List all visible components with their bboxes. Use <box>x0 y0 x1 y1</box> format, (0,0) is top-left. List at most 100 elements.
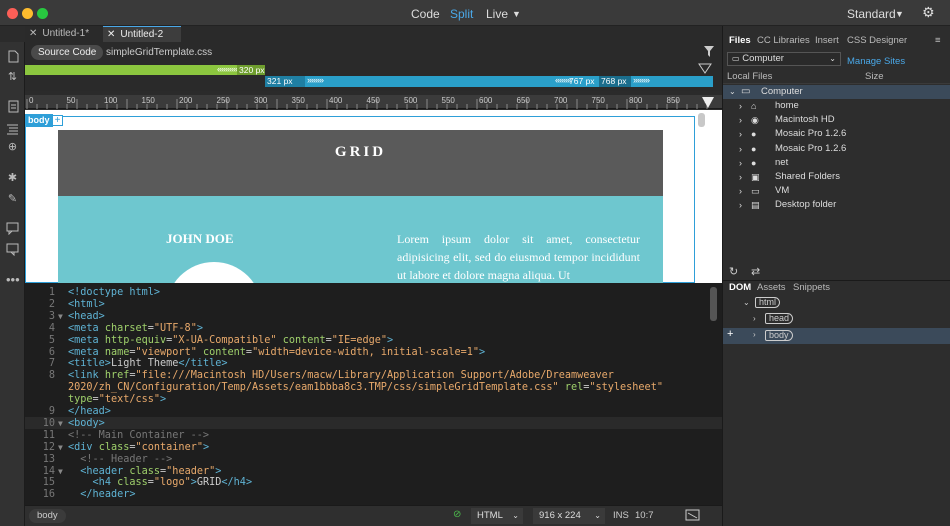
related-file-css[interactable]: simpleGridTemplate.css <box>99 45 219 60</box>
validation-ok-icon[interactable]: ⊘ <box>453 509 461 520</box>
code-line[interactable]: <title>Light Theme</title> <box>68 358 227 369</box>
tree-item[interactable]: › ▣ Shared Folders <box>723 170 950 184</box>
tab-assets[interactable]: Assets <box>757 278 786 298</box>
code-line[interactable]: <!-- Main Container --> <box>68 430 209 441</box>
tree-item[interactable]: › ⌂ home <box>723 99 950 113</box>
document-type-select[interactable]: HTML ⌄ <box>471 508 523 524</box>
add-element-icon[interactable]: + <box>52 115 63 126</box>
filter-icon[interactable] <box>704 46 714 60</box>
ruler-scrubber-icon[interactable] <box>701 96 715 109</box>
format-source-icon[interactable] <box>6 122 19 135</box>
code-line[interactable]: <link href="file:///Macintosh HD/Users/m… <box>68 370 614 381</box>
tag-selector[interactable]: body <box>29 509 66 523</box>
add-media-query-icon[interactable] <box>697 63 713 75</box>
media-query-bar-321-767[interactable]: 321 px ›››››››› ‹‹‹‹‹‹‹‹ 767 px 768 px ›… <box>265 75 713 87</box>
code-line[interactable]: <!doctype html> <box>68 287 160 298</box>
live-view-dropdown-icon[interactable]: ▼ <box>512 9 521 19</box>
close-window-button[interactable] <box>7 8 18 19</box>
code-line[interactable]: <header class="header"> <box>68 466 221 477</box>
comment-icon[interactable] <box>6 222 19 236</box>
source-code-button[interactable]: Source Code <box>31 45 104 60</box>
code-view-button[interactable]: Code <box>411 7 440 21</box>
minimize-window-button[interactable] <box>22 8 33 19</box>
settings-gear-icon[interactable]: ⚙ <box>922 4 935 21</box>
more-tools-icon[interactable]: ••• <box>6 273 20 286</box>
wrap-tag-icon[interactable]: ✱ <box>6 172 19 185</box>
workspace-dropdown-icon[interactable]: ▼ <box>895 9 904 19</box>
tab-untitled-1[interactable]: ✕ Untitled-1* <box>25 26 103 42</box>
code-line[interactable]: <!-- Header --> <box>68 454 172 465</box>
preview-device-icon[interactable] <box>685 509 700 525</box>
dom-node-head[interactable]: head <box>765 313 794 324</box>
fold-toggle-icon[interactable]: ▼ <box>58 467 63 476</box>
eyedropper-icon[interactable]: ✎ <box>6 193 19 206</box>
tree-item[interactable]: › ▤ Desktop folder <box>723 198 950 212</box>
dom-node-body[interactable]: body <box>765 330 793 341</box>
file-management-icon[interactable]: ⇅ <box>6 71 19 84</box>
code-view[interactable]: 1 <!doctype html> 2 <html> 3 ▼ <head> 4 <meta ch… <box>25 283 722 505</box>
ruler-label: 50 <box>66 96 76 105</box>
tab-files[interactable]: Files <box>729 31 751 51</box>
col-size[interactable]: Size <box>865 71 883 82</box>
code-line[interactable]: <h4 class="logo">GRID</h4> <box>68 477 253 488</box>
split-view-button[interactable]: Split <box>450 7 473 21</box>
tree-item-computer[interactable]: ⌄ ▭ Computer <box>723 85 950 99</box>
code-navigator-icon[interactable] <box>6 243 19 257</box>
panel-menu-icon[interactable]: ≡ <box>935 31 941 51</box>
code-line[interactable]: <div class="container"> <box>68 442 209 453</box>
code-line[interactable]: <body> <box>68 418 105 429</box>
new-document-icon[interactable] <box>6 50 19 63</box>
monitor-icon: ▭ <box>741 86 751 97</box>
maximize-window-button[interactable] <box>37 8 48 19</box>
insert-mode-indicator[interactable]: INS <box>613 510 629 521</box>
tab-css-designer[interactable]: CSS Designer <box>847 31 907 51</box>
open-documents-icon[interactable] <box>6 100 19 113</box>
refresh-icon[interactable]: ↻ <box>729 265 738 278</box>
tree-item[interactable]: › ◉ Macintosh HD <box>723 113 950 127</box>
code-line[interactable]: type="text/css"> <box>68 394 166 405</box>
dom-node-html[interactable]: html <box>755 297 781 308</box>
manage-sites-link[interactable]: Manage Sites <box>847 56 905 67</box>
code-line[interactable]: <html> <box>68 299 105 310</box>
tab-untitled-2[interactable]: ✕ Untitled-2 <box>103 26 181 42</box>
fold-toggle-icon[interactable]: ▼ <box>58 419 63 428</box>
code-line[interactable]: <head> <box>68 311 105 322</box>
code-line[interactable]: <meta charset="UTF-8"> <box>68 323 203 334</box>
live-view-scrollbar[interactable] <box>698 113 705 127</box>
live-view-button[interactable]: Live <box>486 7 508 21</box>
close-tab-icon[interactable]: ✕ <box>29 28 37 39</box>
media-query-bar-max-320[interactable]: ‹‹‹‹‹‹‹‹‹‹ 320 px <box>25 64 265 75</box>
line-number: 7 <box>48 358 55 370</box>
col-local-files[interactable]: Local Files <box>727 71 772 82</box>
tab-insert[interactable]: Insert <box>815 31 839 51</box>
code-line[interactable]: <meta name="viewport" content="width=dev… <box>68 347 485 358</box>
tab-cc-libraries[interactable]: CC Libraries <box>757 31 810 51</box>
line-number: 8 <box>48 370 55 382</box>
tab-snippets[interactable]: Snippets <box>793 278 830 298</box>
inspect-icon[interactable]: ⊕ <box>6 141 19 154</box>
element-tag-badge[interactable]: body <box>25 114 53 127</box>
tree-item[interactable]: › ● Mosaic Pro 1.2.6 <box>723 142 950 156</box>
line-number: 5 <box>48 334 55 346</box>
mq-value: 321 <box>267 76 282 86</box>
mq-unit: px <box>617 76 627 86</box>
workspace-switcher[interactable]: Standard <box>847 7 896 21</box>
code-scrollbar[interactable] <box>710 287 717 321</box>
code-line[interactable]: <meta http-equiv="X-UA-Compatible" conte… <box>68 335 393 346</box>
add-node-icon[interactable]: + <box>727 328 733 340</box>
connect-icon[interactable]: ⇄ <box>751 265 760 278</box>
code-line[interactable]: </header> <box>68 489 135 500</box>
site-select[interactable]: ▭ Computer ⌄ <box>727 52 841 66</box>
fold-toggle-icon[interactable]: ▼ <box>58 443 63 452</box>
fold-toggle-icon[interactable]: ▼ <box>58 312 63 321</box>
window-size-select[interactable]: 916 x 224 ⌄ <box>533 508 605 524</box>
mq-unit: px <box>283 76 293 86</box>
code-line[interactable]: </head> <box>68 406 111 417</box>
close-tab-icon[interactable]: ✕ <box>107 29 115 40</box>
dom-row-body-selected[interactable]: + › body <box>723 328 950 344</box>
tree-item[interactable]: › ● net <box>723 156 950 170</box>
tab-dom[interactable]: DOM <box>729 278 751 298</box>
code-line[interactable]: 2020/zh_CN/Configuration/Temp/Assets/eam… <box>68 382 663 393</box>
tree-item[interactable]: › ▭ VM <box>723 184 950 198</box>
tree-item[interactable]: › ● Mosaic Pro 1.2.6 <box>723 127 950 141</box>
